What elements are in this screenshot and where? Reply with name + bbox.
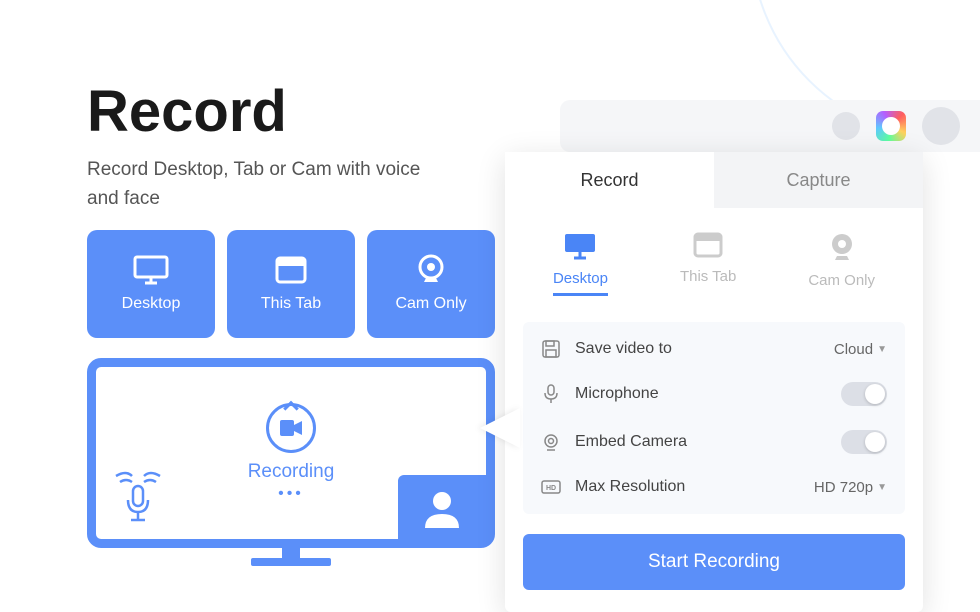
page-title: Record: [87, 78, 287, 145]
setting-microphone: Microphone: [523, 370, 905, 418]
source-cam-only[interactable]: Cam Only: [808, 232, 875, 296]
setting-label: Embed Camera: [575, 433, 827, 451]
microphone-waves-icon: [114, 468, 162, 529]
source-label: Desktop: [553, 270, 608, 287]
mode-card-label: Desktop: [122, 295, 181, 313]
source-selector: Desktop This Tab Cam Only: [505, 208, 923, 314]
tab-record[interactable]: Record: [505, 152, 714, 208]
popup-tabs: Record Capture: [505, 152, 923, 208]
setting-max-resolution: HD Max Resolution HD 720p ▼: [523, 466, 905, 508]
settings-panel: Save video to Cloud ▼ Microphone Embed C…: [523, 322, 905, 514]
microphone-icon: [541, 384, 561, 404]
setting-label: Save video to: [575, 340, 820, 358]
webcam-icon: [828, 232, 856, 262]
mode-card-this-tab[interactable]: This Tab: [227, 230, 355, 338]
embed-camera-toggle[interactable]: [841, 430, 887, 454]
camera-overlay: [398, 475, 486, 539]
recording-illustration: Recording •••: [87, 358, 495, 578]
browser-toolbar: [560, 100, 980, 152]
source-desktop[interactable]: Desktop: [553, 232, 608, 296]
start-recording-button[interactable]: Start Recording: [523, 534, 905, 590]
tab-icon: [272, 255, 310, 285]
avatar-placeholder-icon: [922, 107, 960, 145]
source-label: This Tab: [680, 268, 736, 285]
camera-icon: [541, 433, 561, 451]
setting-label: Microphone: [575, 385, 827, 403]
loading-dots: •••: [278, 485, 304, 503]
mode-card-cam-only[interactable]: Cam Only: [367, 230, 495, 338]
chevron-down-icon: ▼: [877, 482, 887, 493]
toolbar-placeholder-icon: [832, 112, 860, 140]
save-to-dropdown[interactable]: Cloud ▼: [834, 341, 887, 358]
hd-icon: HD: [541, 480, 561, 494]
mode-card-row: Desktop This Tab Cam Only: [87, 230, 495, 338]
mode-card-label: Cam Only: [395, 295, 466, 313]
setting-save-video-to: Save video to Cloud ▼: [523, 328, 905, 370]
mode-card-desktop[interactable]: Desktop: [87, 230, 215, 338]
svg-text:HD: HD: [546, 485, 556, 492]
extension-popup: Record Capture Desktop This Tab Cam Only…: [505, 152, 923, 612]
resolution-dropdown[interactable]: HD 720p ▼: [814, 479, 887, 496]
callout-pointer: [480, 408, 520, 448]
recording-status: Recording: [248, 461, 335, 483]
dropdown-value: Cloud: [834, 341, 873, 358]
tab-icon: [693, 232, 723, 258]
monitor-icon: [132, 255, 170, 285]
save-icon: [541, 340, 561, 358]
tab-capture[interactable]: Capture: [714, 152, 923, 208]
record-icon: [266, 403, 316, 453]
setting-label: Max Resolution: [575, 478, 800, 496]
mode-card-label: This Tab: [261, 295, 321, 313]
extension-app-icon[interactable]: [876, 111, 906, 141]
webcam-icon: [412, 255, 450, 285]
chevron-down-icon: ▼: [877, 344, 887, 355]
dropdown-value: HD 720p: [814, 479, 873, 496]
source-label: Cam Only: [808, 272, 875, 289]
setting-embed-camera: Embed Camera: [523, 418, 905, 466]
monitor-icon: [563, 232, 597, 260]
page-subtitle: Record Desktop, Tab or Cam with voice an…: [87, 156, 447, 213]
source-this-tab[interactable]: This Tab: [680, 232, 736, 296]
microphone-toggle[interactable]: [841, 382, 887, 406]
